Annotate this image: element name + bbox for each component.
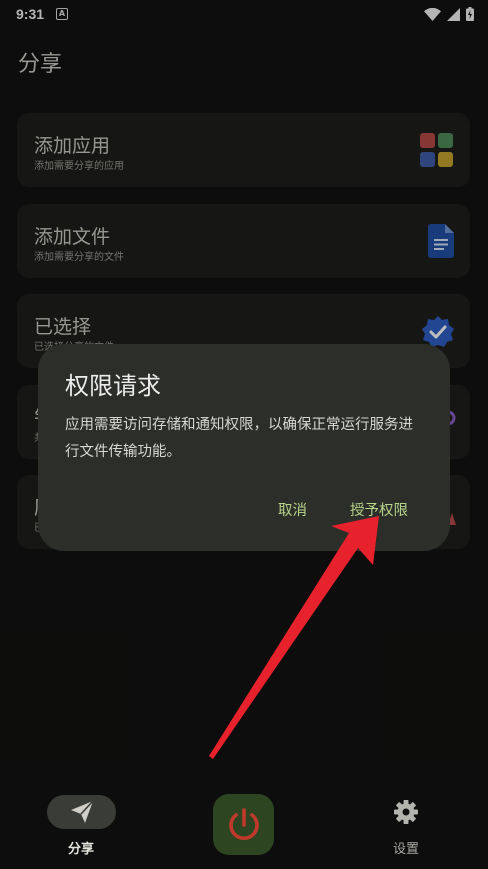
nav-settings-label: 设置 [393, 842, 420, 857]
bottom-navigation: 分享 设置 [0, 786, 488, 869]
nav-share-label: 分享 [68, 842, 95, 857]
nav-share-tab[interactable] [47, 795, 116, 829]
dialog-message: 应用需要访问存储和通知权限，以确保正常运行服务进行文件传输功能。 [65, 417, 413, 460]
power-button[interactable] [213, 794, 274, 855]
cancel-button[interactable]: 取消 [278, 499, 307, 520]
grant-permission-button[interactable]: 授予权限 [350, 499, 408, 520]
dialog-title: 权限请求 [65, 372, 161, 400]
power-icon [228, 807, 259, 840]
send-icon [70, 801, 94, 823]
gear-icon[interactable] [394, 800, 418, 824]
permission-dialog: 权限请求 应用需要访问存储和通知权限，以确保正常运行服务进行文件传输功能。 取消… [38, 344, 450, 551]
